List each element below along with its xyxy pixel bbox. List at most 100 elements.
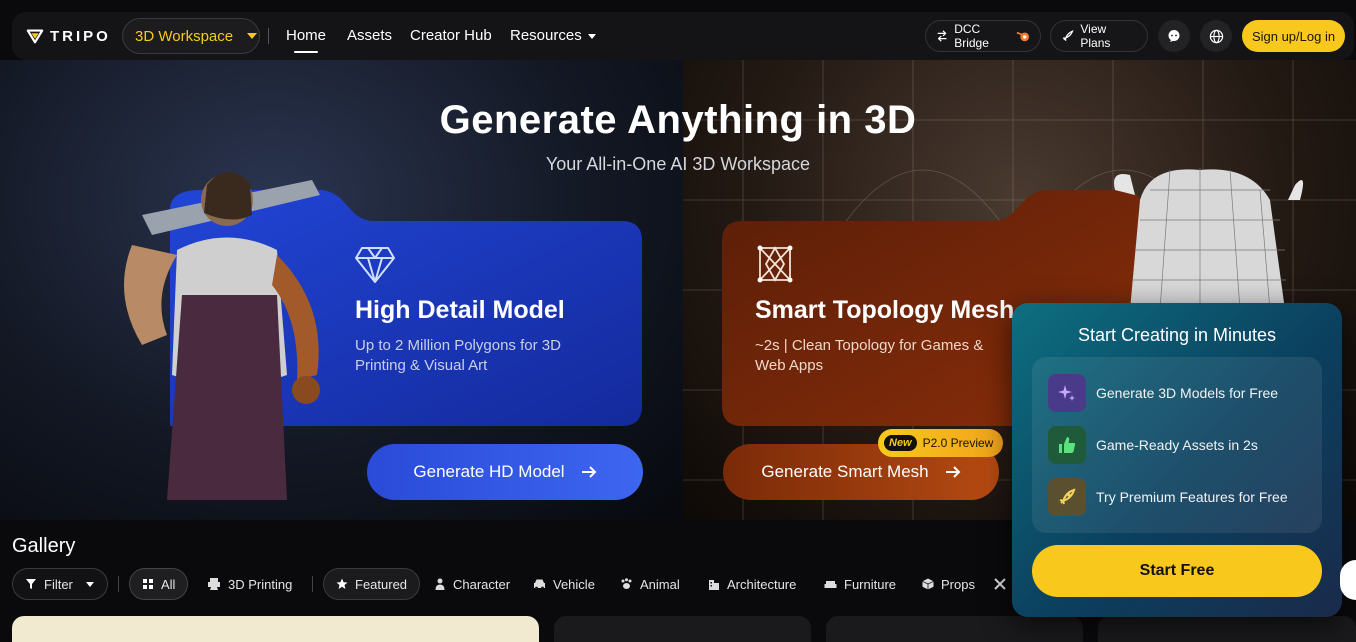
workspace-dropdown[interactable]: 3D Workspace xyxy=(122,18,260,54)
chip-3d-printing[interactable]: 3D Printing xyxy=(195,568,304,600)
hd-card-desc: Up to 2 Million Polygons for 3D Printing… xyxy=(355,336,561,376)
discord-button[interactable] xyxy=(1158,20,1190,52)
funnel-icon xyxy=(26,579,36,589)
swap-icon xyxy=(937,30,947,42)
gallery-title: Gallery xyxy=(12,535,76,557)
hd-card-desc-line2: Printing & Visual Art xyxy=(355,357,488,374)
thumbs-up-icon xyxy=(1048,426,1086,464)
sofa-icon xyxy=(824,581,837,588)
workspace-label: 3D Workspace xyxy=(135,27,234,45)
smart-card-desc-line2: Web Apps xyxy=(755,357,824,374)
rocket-icon xyxy=(1048,478,1086,516)
gallery-thumb[interactable] xyxy=(1098,616,1356,642)
chip-label: All xyxy=(161,576,176,592)
filter-divider xyxy=(118,576,119,592)
chip-architecture[interactable]: Architecture xyxy=(696,568,808,600)
tripo-logo-icon xyxy=(26,29,44,44)
sparkle-icon xyxy=(1048,374,1086,412)
chip-label: Character xyxy=(453,576,511,592)
brand-name: TRIPO xyxy=(50,27,111,45)
p2-preview-label: P2.0 Preview xyxy=(922,436,994,450)
chip-animal[interactable]: Animal xyxy=(608,568,692,600)
view-plans-label: View Plans xyxy=(1080,22,1111,50)
mesh-icon xyxy=(757,245,793,283)
chat-icon xyxy=(1168,30,1180,42)
hd-card-title: High Detail Model xyxy=(355,296,565,324)
start-creating-panel: Start Creating in Minutes Generate 3D Mo… xyxy=(1012,303,1342,617)
chip-more[interactable] xyxy=(990,568,1010,600)
dcc-bridge-label: DCC Bridge xyxy=(954,22,989,50)
generate-hd-model-button[interactable]: Generate HD Model xyxy=(367,444,643,500)
top-nav: TRIPO 3D Workspace Home Assets Creator H… xyxy=(12,12,1354,60)
chip-character[interactable]: Character xyxy=(422,568,522,600)
chip-furniture[interactable]: Furniture xyxy=(812,568,908,600)
gallery-filter-row: Filter All 3D Printing Featured Characte… xyxy=(12,568,1012,600)
nav-assets[interactable]: Assets xyxy=(347,27,392,44)
person-icon xyxy=(435,578,445,590)
chevron-down-icon xyxy=(85,581,94,587)
paw-icon xyxy=(621,578,632,589)
chevron-down-icon xyxy=(587,33,596,39)
filter-button[interactable]: Filter xyxy=(12,568,108,600)
chip-label: Animal xyxy=(640,576,680,592)
chip-label: 3D Printing xyxy=(228,576,293,592)
grid-icon xyxy=(143,579,153,589)
nav-resources[interactable]: Resources xyxy=(510,27,596,44)
smart-card-desc-line1: ~2s | Clean Topology for Games & xyxy=(755,337,984,354)
chip-label: Vehicle xyxy=(553,576,595,592)
chip-label: Furniture xyxy=(844,576,897,592)
p2-preview-badge: New P2.0 Preview xyxy=(878,429,1004,457)
start-free-button[interactable]: Start Free xyxy=(1032,545,1322,597)
panel-feature-list: Generate 3D Models for Free Game-Ready A… xyxy=(1032,357,1322,533)
chip-label: Featured xyxy=(355,576,408,592)
printer-icon xyxy=(208,578,220,590)
hero-title: Generate Anything in 3D xyxy=(439,98,917,142)
globe-icon xyxy=(1209,29,1223,43)
car-icon xyxy=(534,579,545,590)
feature-item: Try Premium Features for Free xyxy=(1048,478,1288,516)
building-icon xyxy=(709,580,719,590)
feature-label: Game-Ready Assets in 2s xyxy=(1096,437,1258,453)
language-button[interactable] xyxy=(1200,20,1232,52)
character-illustration xyxy=(124,171,320,500)
feature-item: Generate 3D Models for Free xyxy=(1048,374,1278,412)
top-strip xyxy=(0,0,1356,12)
page: TRIPO 3D Workspace Home Assets Creator H… xyxy=(0,0,1356,642)
chip-props[interactable]: Props xyxy=(910,568,987,600)
new-tag: New xyxy=(884,435,917,451)
smart-card-title: Smart Topology Mesh xyxy=(755,296,1015,324)
nav-resources-label: Resources xyxy=(510,27,582,44)
chip-featured[interactable]: Featured xyxy=(323,568,421,600)
logo[interactable]: TRIPO xyxy=(26,26,111,46)
chip-label: Props xyxy=(941,576,975,592)
chip-vehicle[interactable]: Vehicle xyxy=(521,568,607,600)
smart-card-desc: ~2s | Clean Topology for Games & Web App… xyxy=(755,336,983,376)
chip-all[interactable]: All xyxy=(129,568,189,600)
filter-label: Filter xyxy=(44,576,73,592)
arrow-right-icon xyxy=(581,466,597,478)
gallery-thumb[interactable] xyxy=(12,616,539,642)
feature-item: Game-Ready Assets in 2s xyxy=(1048,426,1258,464)
star-icon xyxy=(336,578,348,589)
gallery-thumb[interactable] xyxy=(826,616,1083,642)
bear-wireframe-illustration xyxy=(1114,168,1304,310)
blender-icon xyxy=(1016,31,1030,42)
nav-home[interactable]: Home xyxy=(286,27,326,53)
side-tab[interactable] xyxy=(1340,560,1356,600)
tools-icon xyxy=(994,578,1006,590)
nav-divider xyxy=(268,28,269,44)
hd-card-desc-line1: Up to 2 Million Polygons for 3D xyxy=(355,337,561,354)
panel-title: Start Creating in Minutes xyxy=(1077,325,1277,345)
feature-label: Generate 3D Models for Free xyxy=(1096,385,1279,401)
dcc-bridge-button[interactable]: DCC Bridge xyxy=(925,20,1041,52)
rocket-icon xyxy=(1062,30,1074,41)
gallery-thumb[interactable] xyxy=(554,616,811,642)
generate-hd-label: Generate HD Model xyxy=(413,462,565,481)
view-plans-button[interactable]: View Plans xyxy=(1050,20,1148,52)
chip-label: Architecture xyxy=(727,576,797,592)
caret-down-icon xyxy=(247,33,258,39)
feature-label: Try Premium Features for Free xyxy=(1096,489,1288,505)
nav-creator-hub[interactable]: Creator Hub xyxy=(410,27,492,44)
generate-smart-label: Generate Smart Mesh xyxy=(761,462,929,481)
signup-login-button[interactable]: Sign up/Log in xyxy=(1242,20,1345,52)
